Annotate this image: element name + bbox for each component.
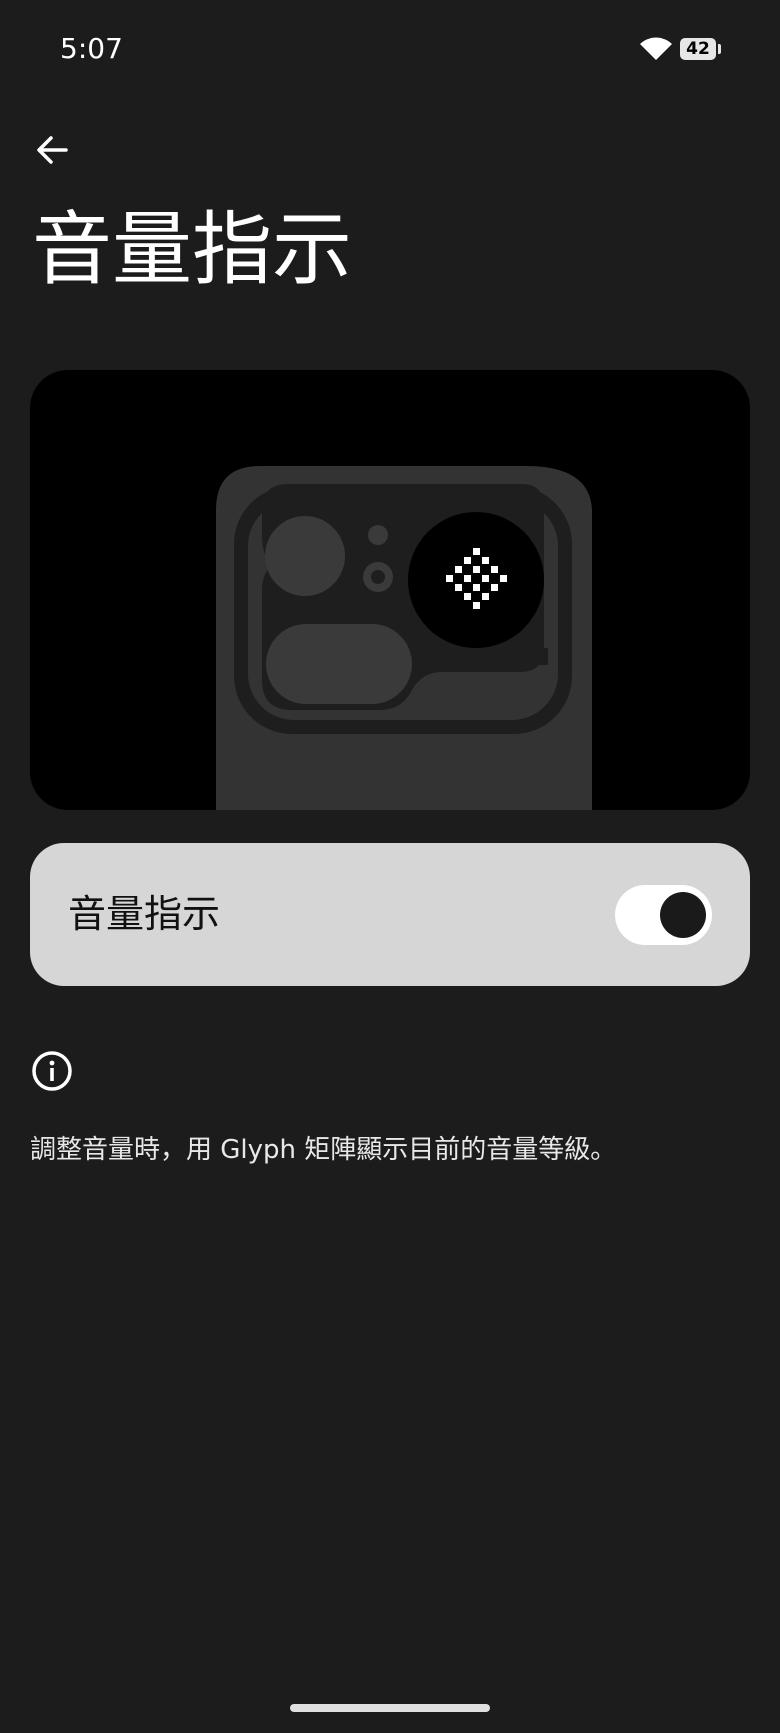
battery-level: 42 — [680, 38, 716, 60]
phone-camera-illustration — [216, 466, 592, 810]
status-time: 5:07 — [60, 32, 123, 65]
volume-indicator-setting-card[interactable]: 音量指示 — [30, 843, 750, 986]
volume-indicator-toggle[interactable] — [615, 885, 712, 945]
back-arrow-icon[interactable] — [30, 128, 74, 172]
toggle-thumb — [660, 892, 706, 938]
info-description: 調整音量時，用 Glyph 矩陣顯示目前的音量等級。 — [30, 1135, 617, 1165]
setting-label: 音量指示 — [68, 892, 221, 936]
page-title: 音量指示 — [32, 203, 352, 296]
info-icon — [32, 1051, 72, 1091]
battery-tip — [718, 44, 721, 54]
home-indicator[interactable] — [290, 1704, 490, 1712]
status-bar: 5:07 42 — [0, 0, 780, 100]
wifi-icon — [640, 37, 672, 60]
preview-illustration — [30, 370, 750, 810]
